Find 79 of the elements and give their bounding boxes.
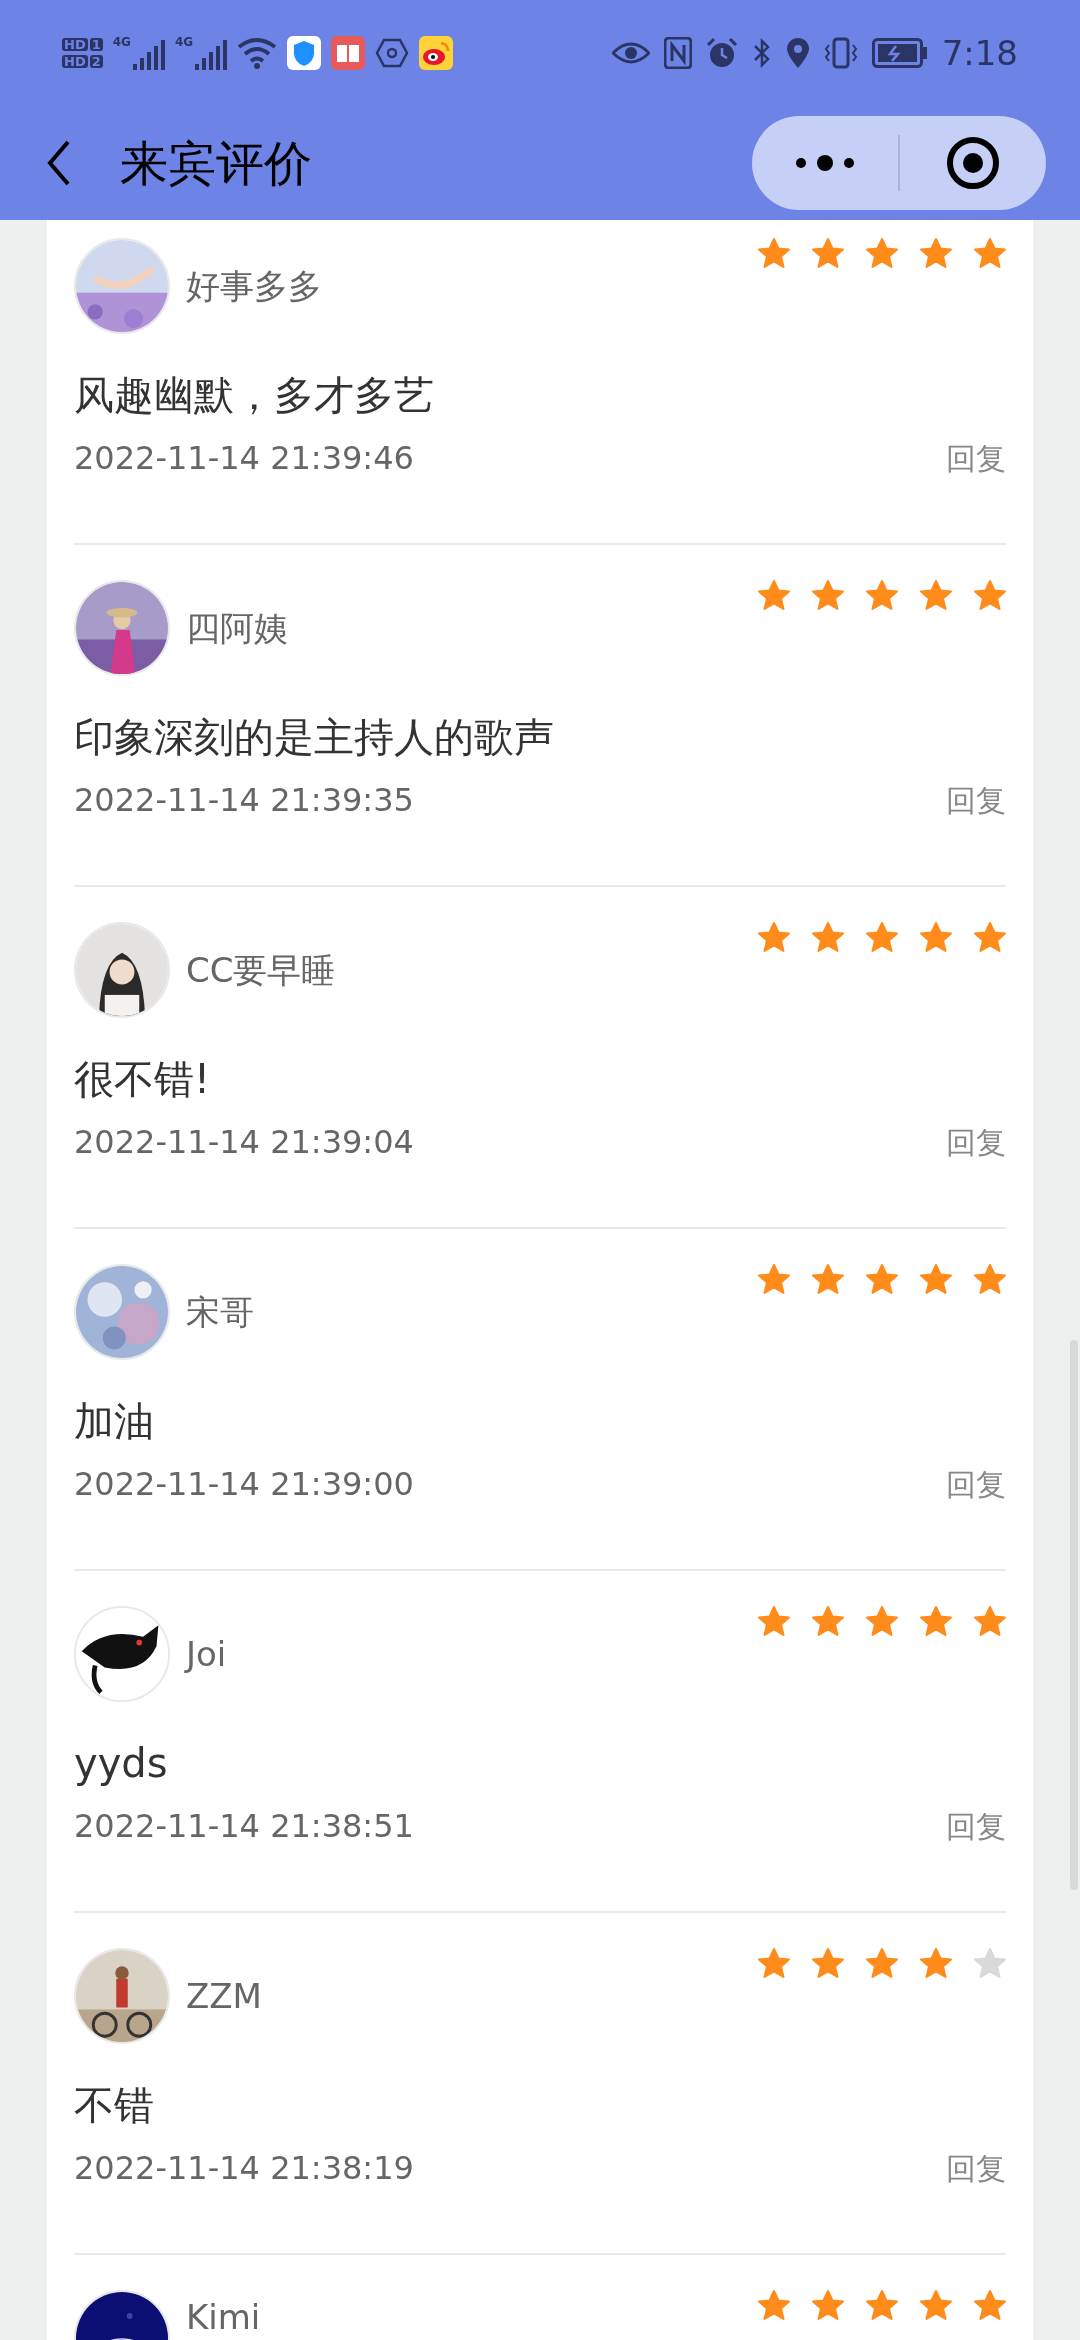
review-text: 风趣幽默，多才多艺: [74, 371, 435, 420]
book-app-icon: [331, 35, 366, 70]
star-icon: [758, 922, 790, 952]
more-icon[interactable]: [795, 154, 855, 171]
clock-time: 7:18: [941, 35, 1018, 70]
review-date: 2022-11-14 21:39:04: [74, 1122, 414, 1163]
user-name: 好事多多: [186, 265, 322, 308]
star-icon: [974, 1264, 1006, 1294]
star-icon: [866, 580, 898, 610]
reply-link[interactable]: 回复: [946, 2145, 1006, 2191]
reply-link[interactable]: 回复: [946, 1803, 1006, 1849]
star-icon: [920, 580, 952, 610]
battery-icon: [871, 37, 928, 68]
star-icon: [920, 1606, 952, 1636]
star-icon: [920, 1948, 952, 1978]
star-icon: [758, 2290, 790, 2320]
vibrate-icon: [823, 36, 858, 69]
reply-link[interactable]: 回复: [946, 1119, 1006, 1165]
star-icon: [920, 2290, 952, 2320]
user-name: Joi: [186, 1633, 227, 1676]
star-icon: [758, 1948, 790, 1978]
star-icon: [866, 1264, 898, 1294]
star-icon: [812, 2290, 844, 2320]
signal-indicator: 4G: [112, 35, 165, 70]
review-text: 加油: [74, 1397, 155, 1446]
star-icon: [920, 1264, 952, 1294]
star-icon: [866, 1948, 898, 1978]
wifi-icon: [237, 36, 278, 69]
star-icon: [920, 238, 952, 268]
reply-link[interactable]: 回复: [946, 777, 1006, 823]
review-text: 印象深刻的是主持人的歌声: [74, 713, 555, 762]
page-title: 来宾评价: [120, 138, 312, 187]
review-text: yyds: [74, 1739, 169, 1788]
review-date: 2022-11-14 21:38:19: [74, 2148, 414, 2189]
star-icon: [974, 238, 1006, 268]
star-icon: [974, 922, 1006, 952]
user-name: CC要早睡: [186, 949, 336, 992]
star-icon: [920, 922, 952, 952]
star-icon: [974, 1948, 1006, 1978]
reply-link[interactable]: 回复: [946, 1461, 1006, 1507]
star-icon: [812, 580, 844, 610]
star-icon: [974, 2290, 1006, 2320]
signal-indicator: 4G: [174, 35, 228, 70]
star-icon: [758, 580, 790, 610]
location-icon: [785, 36, 810, 69]
star-icon: [866, 922, 898, 952]
star-icon: [812, 1606, 844, 1636]
star-icon: [812, 238, 844, 268]
star-icon: [974, 580, 1006, 610]
star-icon: [866, 1606, 898, 1636]
user-name: ZZM: [186, 1975, 262, 2018]
bluetooth-icon: [751, 36, 772, 69]
star-icon: [866, 2290, 898, 2320]
user-name: 宋哥: [186, 1291, 254, 1334]
eye-icon: [611, 40, 650, 65]
target-icon[interactable]: [946, 135, 1000, 190]
review-date: 2022-11-14 21:39:46: [74, 438, 414, 479]
star-icon: [812, 922, 844, 952]
alarm-icon: [705, 36, 738, 69]
review-date: 2022-11-14 21:39:00: [74, 1464, 414, 1505]
review-text: 不错: [74, 2081, 155, 2130]
star-icon: [758, 1264, 790, 1294]
review-date: 2022-11-14 21:39:35: [74, 780, 414, 821]
shield-app-icon: [287, 35, 322, 70]
star-icon: [812, 1948, 844, 1978]
review-date: 2022-11-14 21:38:51: [74, 1806, 414, 1847]
reply-link[interactable]: 回复: [946, 435, 1006, 481]
hexagon-icon: [375, 37, 410, 68]
star-icon: [758, 1606, 790, 1636]
user-name: 四阿姨: [186, 607, 288, 650]
star-icon: [758, 238, 790, 268]
star-icon: [812, 1264, 844, 1294]
star-icon: [974, 1606, 1006, 1636]
weibo-app-icon: [419, 35, 454, 70]
review-text: 很不错!: [74, 1055, 212, 1104]
nfc-icon: [663, 36, 692, 69]
back-icon[interactable]: [46, 138, 72, 187]
star-icon: [866, 238, 898, 268]
user-name: Kimi: [186, 2298, 261, 2336]
